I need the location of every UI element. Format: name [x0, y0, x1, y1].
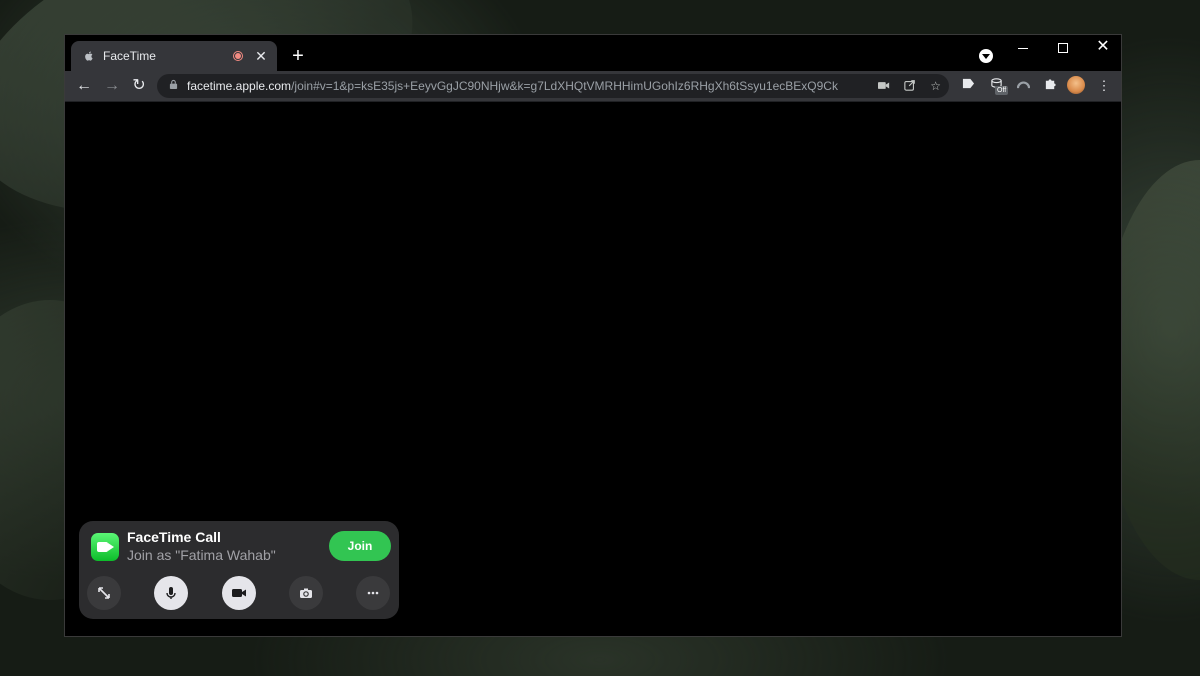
- extension-off-badge: Off: [995, 86, 1009, 95]
- expand-icon[interactable]: [87, 576, 121, 610]
- tab-facetime[interactable]: FaceTime ✕: [71, 41, 277, 71]
- browser-window: FaceTime ✕ + ✕ ← → ↻ facetime.apple.com /…: [64, 34, 1122, 637]
- url-host: facetime.apple.com: [187, 79, 292, 93]
- title-bar: FaceTime ✕ + ✕: [65, 35, 1121, 71]
- forward-arrow-icon[interactable]: →: [101, 75, 123, 97]
- new-tab-button[interactable]: +: [287, 45, 309, 67]
- camera-flip-icon[interactable]: [289, 576, 323, 610]
- apple-logo-icon: [83, 50, 95, 62]
- extension-arc-icon[interactable]: [1012, 75, 1034, 97]
- join-as-label: Join as "Fatima Wahab": [127, 547, 276, 563]
- facetime-app-icon: [91, 533, 119, 561]
- tab-title: FaceTime: [103, 49, 156, 63]
- url-path: /join#v=1&p=ksE35js+EeyvGgJC90NHjw&k=g7L…: [291, 79, 838, 93]
- more-icon[interactable]: [356, 576, 390, 610]
- recording-indicator-icon: [233, 51, 243, 61]
- bookmark-star-icon[interactable]: ☆: [930, 79, 941, 93]
- address-bar[interactable]: facetime.apple.com/join#v=1&p=ksE35js+Ee…: [157, 74, 949, 98]
- browser-toolbar: ← → ↻ facetime.apple.com/join#v=1&p=ksE3…: [65, 71, 1121, 102]
- share-icon[interactable]: [904, 79, 916, 94]
- extension-tag-icon[interactable]: [957, 75, 979, 97]
- facetime-call-panel: FaceTime Call Join as "Fatima Wahab" Joi…: [79, 521, 399, 619]
- kebab-menu-icon[interactable]: ⋮: [1093, 75, 1115, 97]
- page-content: FaceTime Call Join as "Fatima Wahab" Joi…: [65, 102, 1121, 636]
- tab-search-icon[interactable]: [979, 49, 993, 63]
- profile-avatar[interactable]: [1067, 76, 1085, 94]
- lock-icon: [169, 79, 179, 93]
- call-title: FaceTime Call: [127, 529, 221, 545]
- close-tab-icon[interactable]: ✕: [253, 48, 269, 64]
- join-button[interactable]: Join: [329, 531, 391, 561]
- puzzle-extensions-icon[interactable]: [1039, 75, 1061, 97]
- back-arrow-icon[interactable]: ←: [73, 75, 95, 97]
- close-window-button[interactable]: ✕: [1083, 35, 1123, 65]
- video-camera-icon[interactable]: [222, 576, 256, 610]
- maximize-button[interactable]: [1043, 35, 1083, 65]
- camera-in-use-icon[interactable]: [878, 79, 890, 93]
- minimize-button[interactable]: [1003, 35, 1043, 65]
- microphone-icon[interactable]: [154, 576, 188, 610]
- reload-icon[interactable]: ↻: [128, 75, 150, 97]
- extension-coin-icon[interactable]: Off: [985, 75, 1009, 97]
